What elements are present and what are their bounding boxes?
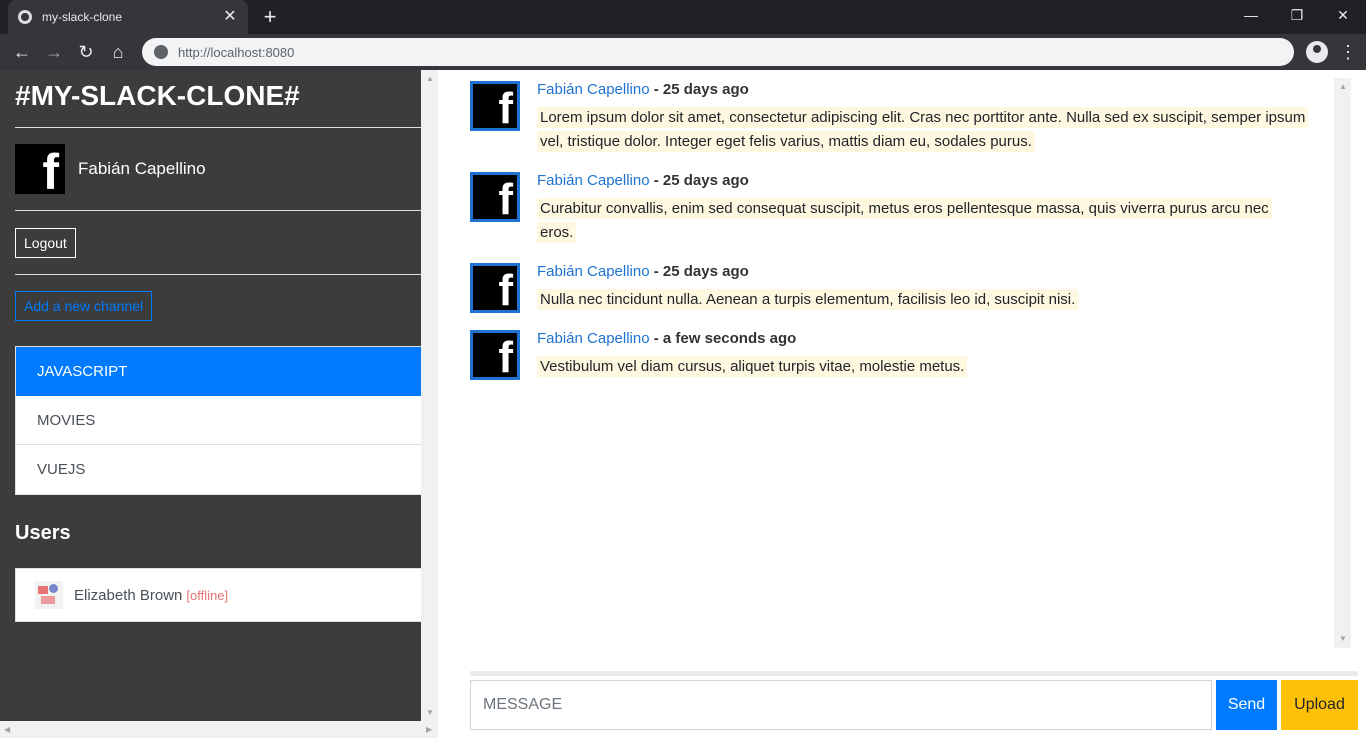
message-time: 25 days ago [662,81,749,98]
minimize-window-button[interactable]: — [1228,0,1274,30]
reload-button[interactable]: ↻ [72,38,100,66]
scroll-down-arrow-icon[interactable]: ▼ [426,708,434,717]
message-time: 25 days ago [662,263,749,280]
scroll-up-arrow-icon[interactable]: ▲ [1339,82,1347,91]
message-text: Lorem ipsum dolor sit amet, consectetur … [537,107,1309,152]
message-text: Vestibulum vel diam cursus, aliquet turp… [537,356,968,377]
message-header: Fabián Capellino - 25 days ago [537,263,1307,288]
add-channel-row: Add a new channel [15,275,423,346]
close-window-button[interactable]: ✕ [1320,0,1366,30]
facebook-icon: f [42,144,59,194]
user-status: [offline] [186,587,229,603]
message-separator: - [649,172,663,189]
message-composer: Send Upload [470,680,1358,730]
message-separator: - [649,263,663,280]
user-list: Elizabeth Brown [offline] [15,568,423,622]
facebook-icon: f [498,266,513,313]
message-body: Fabián Capellino - a few seconds ago Ves… [537,330,1307,380]
profile-icon[interactable] [1306,41,1328,63]
scroll-right-arrow-icon[interactable]: ▶ [426,725,432,734]
new-tab-button[interactable]: + [258,5,282,29]
message-item: f Fabián Capellino - a few seconds ago V… [470,330,1307,380]
avatar: f [470,263,520,313]
sidebar-vertical-scrollbar[interactable]: ▲ ▼ [421,70,438,721]
message-time: 25 days ago [662,172,749,189]
logout-row: Logout [15,211,423,275]
users-heading: Users [15,522,71,544]
address-bar[interactable]: http://localhost:8080 [142,38,1294,66]
message-body: Fabián Capellino - 25 days ago Lorem ips… [537,81,1309,154]
messages-scrollbar[interactable]: ▲ ▼ [1334,78,1351,648]
browser-tab[interactable]: my-slack-clone ✕ [8,0,248,34]
message-header: Fabián Capellino - a few seconds ago [537,330,1307,355]
message-item: f Fabián Capellino - 25 days ago Nulla n… [470,263,1307,313]
sidebar: #MY-SLACK-CLONE# f Fabián Capellino Logo… [0,70,438,738]
tab-title: my-slack-clone [42,10,123,24]
app: #MY-SLACK-CLONE# f Fabián Capellino Logo… [0,70,1366,738]
browser-menu-icon[interactable]: ⋮ [1338,42,1358,63]
forward-button[interactable]: → [40,38,68,66]
user-name: Elizabeth Brown [74,586,183,604]
site-info-icon[interactable] [154,45,168,59]
avatar: f [470,81,520,131]
message-time: a few seconds ago [662,330,797,347]
channel-item-movies[interactable]: MOVIES [16,396,422,445]
message-body: Fabián Capellino - 25 days ago Nulla nec… [537,263,1307,313]
message-list: f Fabián Capellino - 25 days ago Lorem i… [470,78,1358,648]
channel-item-javascript[interactable]: JAVASCRIPT [16,347,422,396]
scroll-up-arrow-icon[interactable]: ▲ [426,74,434,83]
avatar [35,581,63,609]
current-user: f Fabián Capellino [15,128,423,211]
message-item: f Fabián Capellino - 25 days ago Curabit… [470,172,1307,245]
facebook-icon: f [498,84,513,131]
user-item[interactable]: Elizabeth Brown [offline] [16,569,422,621]
upload-button[interactable]: Upload [1281,680,1358,730]
channel-item-vuejs[interactable]: VUEJS [16,445,422,494]
close-tab-icon[interactable]: ✕ [222,9,238,25]
add-channel-button[interactable]: Add a new channel [15,291,153,321]
message-author[interactable]: Fabián Capellino [537,263,650,280]
message-author[interactable]: Fabián Capellino [537,81,650,98]
message-item: f Fabián Capellino - 25 days ago Lorem i… [470,81,1309,154]
facebook-icon: f [498,333,513,380]
channel-list: JAVASCRIPT MOVIES VUEJS [15,346,423,495]
message-input[interactable] [470,680,1212,730]
restore-window-button[interactable]: ❐ [1274,0,1320,30]
send-button[interactable]: Send [1216,680,1277,730]
message-header: Fabián Capellino - 25 days ago [537,81,1307,106]
message-author[interactable]: Fabián Capellino [537,172,650,189]
browser-toolbar: ← → ↻ ⌂ http://localhost:8080 ⋮ [0,34,1366,70]
browser-tabbar: my-slack-clone ✕ + — ❐ ✕ [0,0,1366,34]
avatar: f [15,144,65,194]
scroll-down-arrow-icon[interactable]: ▼ [1339,634,1347,643]
message-body: Fabián Capellino - 25 days ago Curabitur… [537,172,1307,245]
scroll-left-arrow-icon[interactable]: ◀ [4,725,10,734]
facebook-icon: f [498,175,513,222]
current-user-name: Fabián Capellino [78,159,206,178]
address-url: http://localhost:8080 [178,44,295,60]
globe-icon [18,10,32,24]
message-text: Nulla nec tincidunt nulla. Aenean a turp… [537,289,1079,310]
back-button[interactable]: ← [8,38,36,66]
message-separator: - [649,81,663,98]
home-button[interactable]: ⌂ [104,38,132,66]
sidebar-horizontal-scrollbar[interactable]: ◀ ▶ [0,721,438,738]
logout-button[interactable]: Logout [15,227,76,258]
app-brand: #MY-SLACK-CLONE# [15,70,423,128]
message-header: Fabián Capellino - 25 days ago [537,172,1307,197]
composer-divider [470,671,1358,676]
message-text: Curabitur convallis, enim sed consequat … [537,198,1272,243]
chat-main: f Fabián Capellino - 25 days ago Lorem i… [455,70,1366,738]
message-author[interactable]: Fabián Capellino [537,330,650,347]
avatar: f [470,172,520,222]
message-separator: - [649,330,663,347]
avatar: f [470,330,520,380]
